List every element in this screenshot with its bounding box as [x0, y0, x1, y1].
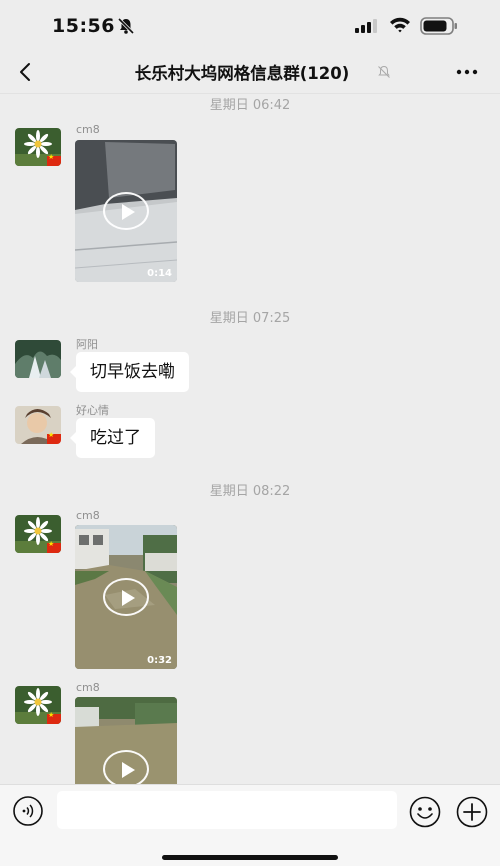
time-separator: 星期日 08:22 — [209, 484, 291, 499]
battery-icon — [420, 17, 457, 35]
video-message[interactable]: 0:14 — [75, 140, 177, 282]
play-icon[interactable] — [103, 578, 149, 616]
voice-icon[interactable] — [12, 795, 44, 827]
flag-icon — [47, 540, 61, 553]
status-time: 15:56 — [52, 15, 115, 37]
chat-header: 长乐村大坞网格信息群(120) — [0, 50, 500, 94]
video-message[interactable]: 0:32 — [75, 525, 177, 669]
bell-slash-icon — [117, 17, 135, 35]
flag-icon — [47, 431, 61, 444]
sender-name: cm8 — [76, 123, 100, 136]
avatar[interactable] — [15, 128, 61, 166]
ellipsis-icon[interactable] — [452, 58, 482, 86]
time-separator: 星期日 06:42 — [209, 98, 291, 113]
video-duration: 0:32 — [147, 655, 172, 666]
cellular-signal-icon — [355, 19, 377, 33]
bell-slash-icon — [378, 65, 390, 78]
message-input[interactable] — [57, 791, 397, 829]
video-duration: 0:14 — [147, 268, 172, 279]
message-list[interactable]: 星期日 06:42 cm8 0:14 — [0, 94, 500, 784]
chat-title: 长乐村大坞网格信息群(120) — [134, 64, 350, 83]
home-indicator[interactable] — [162, 855, 338, 860]
play-icon[interactable] — [103, 750, 149, 784]
text-message[interactable]: 切早饭去嘞 — [70, 352, 189, 392]
sender-name: 阿阳 — [76, 338, 98, 351]
plus-icon[interactable] — [455, 795, 489, 829]
status-bar: 15:56 — [0, 0, 500, 50]
flag-icon — [47, 711, 61, 724]
avatar[interactable] — [15, 340, 61, 378]
time-separator: 星期日 07:25 — [209, 311, 291, 326]
avatar[interactable] — [15, 515, 61, 553]
avatar[interactable] — [15, 406, 61, 444]
video-message[interactable] — [75, 697, 177, 784]
play-icon[interactable] — [103, 192, 149, 230]
sender-name: cm8 — [76, 681, 100, 694]
emoji-icon[interactable] — [408, 795, 442, 829]
avatar[interactable] — [15, 686, 61, 724]
input-bar — [0, 784, 500, 866]
wifi-icon — [390, 17, 410, 33]
sender-name: cm8 — [76, 509, 100, 522]
flag-icon — [47, 153, 61, 166]
text-message[interactable]: 吃过了 — [70, 418, 155, 458]
sender-name: 好心情 — [76, 404, 109, 417]
